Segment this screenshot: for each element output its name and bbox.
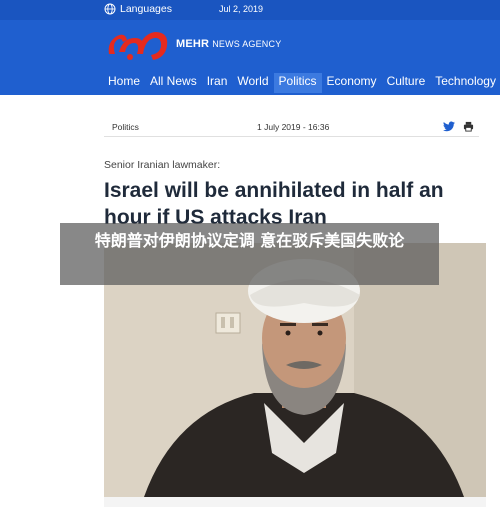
article-date: 1 July 2019 - 16:36 — [257, 122, 330, 132]
print-icon[interactable] — [463, 121, 474, 132]
nav-item-all-news[interactable]: All News — [145, 73, 202, 93]
globe-icon — [104, 3, 116, 15]
overlay-caption: 特朗普对伊朗协议定调 意在驳斥美国失败论 — [60, 223, 439, 285]
nav-item-home[interactable]: Home — [103, 73, 145, 93]
twitter-icon[interactable] — [443, 121, 455, 132]
article-kicker: Senior Iranian lawmaker: — [104, 159, 221, 171]
brand-name[interactable]: MEHR NEWS AGENCY — [176, 38, 281, 50]
nav-item-politics[interactable]: Politics — [273, 72, 322, 93]
photo-caption-strip — [104, 497, 486, 507]
top-date: Jul 2, 2019 — [219, 4, 264, 14]
brand-name-rest: NEWS AGENCY — [212, 39, 282, 49]
top-bar: Languages Jul 2, 2019 — [0, 0, 500, 20]
languages-label: Languages — [120, 3, 172, 15]
nav-item-culture[interactable]: Culture — [382, 73, 431, 93]
brand-name-bold: MEHR — [176, 38, 210, 50]
nav-item-iran[interactable]: Iran — [202, 73, 233, 93]
mehr-logo-icon[interactable] — [103, 24, 173, 64]
nav-item-economy[interactable]: Economy — [322, 73, 382, 93]
languages-menu[interactable]: Languages — [104, 3, 172, 15]
article-category[interactable]: Politics — [112, 122, 139, 132]
article-meta-bar: Politics 1 July 2019 - 16:36 — [104, 117, 479, 137]
nav-item-technology[interactable]: Technology — [430, 73, 500, 93]
site-header: Languages Jul 2, 2019 MEHR NEWS AGENCY H… — [0, 0, 500, 95]
main-nav: Home All News Iran World Politics Econom… — [103, 72, 500, 93]
nav-item-world[interactable]: World — [232, 73, 273, 93]
